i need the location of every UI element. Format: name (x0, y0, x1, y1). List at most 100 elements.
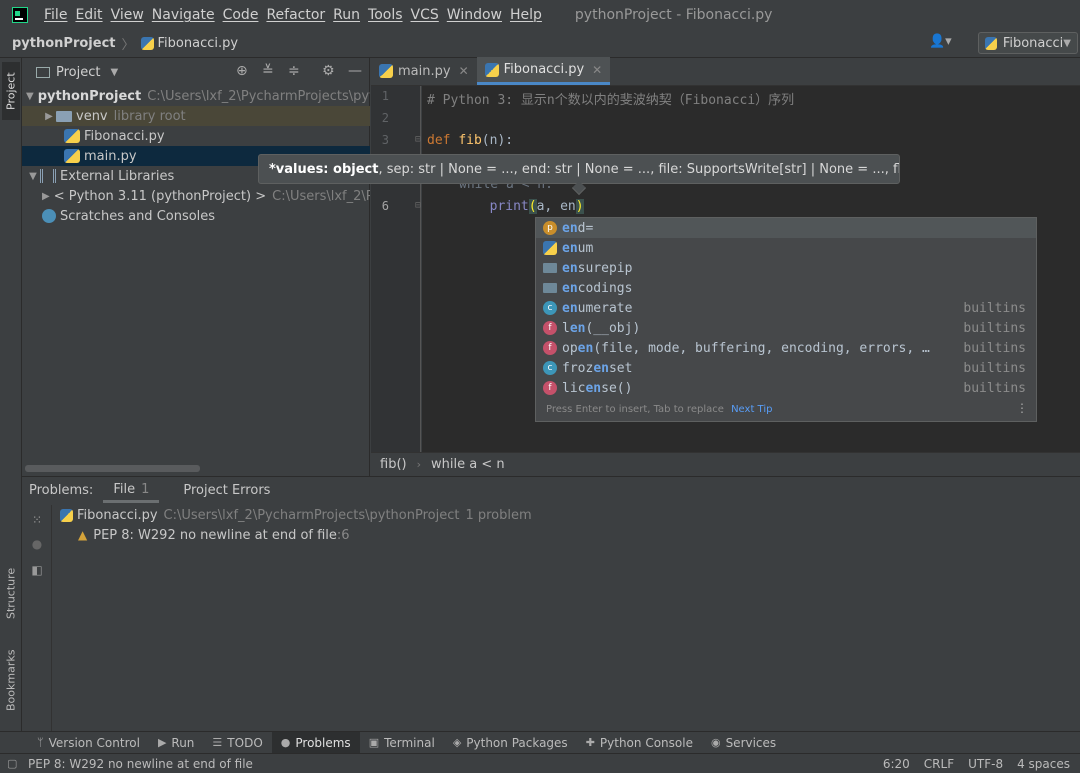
breadcrumb-file[interactable]: Fibonacci.py (158, 36, 239, 51)
fold-marker-icon[interactable]: ⊟ (415, 200, 421, 211)
completion-item[interactable]: encodings (536, 278, 1036, 298)
caret-position[interactable]: 6:20 (883, 757, 910, 771)
fold-marker-icon[interactable]: ⊟ (415, 134, 421, 145)
hide-panel-icon[interactable]: — (348, 63, 362, 79)
navigation-bar: pythonProject 〉 Fibonacci.py (0, 30, 1080, 58)
tool-services[interactable]: ◉ Services (702, 732, 785, 754)
menu-refactor[interactable]: Refactor (266, 7, 325, 23)
menu-run[interactable]: Run (333, 7, 360, 23)
breadcrumb-while[interactable]: while a < n (431, 457, 505, 472)
toggle-tool-windows-icon[interactable]: ▢ (7, 757, 17, 770)
lightbulb-icon[interactable]: ● (30, 537, 44, 551)
problem-count: 1 (141, 482, 150, 497)
list-icon: ☰ (212, 736, 223, 749)
tool-tab-project[interactable]: Project (2, 62, 20, 120)
chevron-down-icon: ▼ (1063, 37, 1071, 49)
code-completion-popup[interactable]: p end= enum ensurepip encodings c enumer… (535, 217, 1037, 422)
tool-python-packages[interactable]: ◈ Python Packages (444, 732, 577, 754)
tree-item-note: library root (113, 108, 186, 124)
breadcrumb-function[interactable]: fib() (380, 457, 407, 472)
menu-tools[interactable]: Tools (368, 7, 403, 23)
chevron-down-icon[interactable]: ▼ (26, 171, 40, 182)
brace-close: ) (575, 199, 584, 214)
expand-all-icon[interactable]: ≚ (262, 63, 274, 79)
bottom-tool-bar: ᛘ Version Control ▶ Run ☰ TODO ● Problems ▣ T… (0, 731, 1080, 754)
tree-item-venv[interactable]: ▶ venv library root (22, 106, 370, 126)
menu-navigate[interactable]: Navigate (152, 7, 215, 23)
collapse-all-icon[interactable]: ≑ (288, 63, 300, 79)
completion-item[interactable]: f license() builtins (536, 378, 1036, 398)
tab-main-py[interactable]: main.py ✕ (371, 57, 477, 85)
user-account-icon[interactable]: 👤▾ (929, 34, 959, 54)
tree-item-label: < Python 3.11 (pythonProject) > (53, 188, 267, 204)
menu-file[interactable]: File (44, 7, 67, 23)
menu-vcs[interactable]: VCS (411, 7, 439, 23)
group-by-icon[interactable]: ⁙ (30, 513, 44, 527)
tool-tab-bookmarks[interactable]: Bookmarks (2, 640, 20, 720)
completion-item[interactable]: ensurepip (536, 258, 1036, 278)
completion-item[interactable]: c frozenset builtins (536, 358, 1036, 378)
warning-icon: ▲ (78, 528, 88, 542)
chevron-down-icon[interactable]: ▼ (26, 91, 34, 102)
builtin-print: print (489, 199, 529, 214)
tree-item-project-root[interactable]: ▼ pythonProject C:\Users\lxf_2\PycharmPr… (22, 86, 370, 106)
project-view-selector[interactable]: Project (56, 65, 100, 80)
locate-file-icon[interactable]: ⊕ (236, 63, 248, 79)
close-icon[interactable]: ✕ (592, 63, 602, 77)
file-encoding[interactable]: UTF-8 (968, 757, 1003, 771)
tool-version-control[interactable]: ᛘ Version Control (28, 732, 149, 754)
python-file-icon (60, 508, 73, 522)
status-message: PEP 8: W292 no newline at end of file (28, 756, 253, 771)
breadcrumb-project[interactable]: pythonProject (12, 36, 116, 51)
tab-project-errors[interactable]: Project Errors (183, 483, 270, 498)
completion-item[interactable]: f len(__obj) builtins (536, 318, 1036, 338)
chevron-right-icon[interactable]: ▶ (42, 191, 50, 202)
line-number: 1 (381, 89, 389, 103)
menu-code[interactable]: Code (223, 7, 259, 23)
tool-run[interactable]: ▶ Run (149, 732, 203, 754)
tool-todo[interactable]: ☰ TODO (203, 732, 271, 754)
menu-view[interactable]: View (111, 7, 144, 23)
menu-help[interactable]: Help (510, 7, 542, 23)
tree-item-python-sdk[interactable]: ▶ < Python 3.11 (pythonProject) > C:\Use… (22, 186, 370, 206)
project-tool-window: Project ▼ ⊕ ≚ ≑ ⚙ — ▼ pythonProject C:\U… (22, 58, 370, 476)
chevron-down-icon[interactable]: ▼ (110, 67, 118, 78)
problem-file-row[interactable]: Fibonacci.py C:\Users\lxf_2\PycharmProje… (60, 505, 532, 525)
project-view-icon (36, 66, 50, 78)
tool-terminal[interactable]: ▣ Terminal (360, 732, 444, 754)
problem-row[interactable]: ▲ PEP 8: W292 no newline at end of file … (78, 525, 350, 545)
chevron-right-icon[interactable]: ▶ (42, 111, 56, 122)
tree-item-label: Fibonacci.py (84, 128, 165, 144)
tab-fibonacci-py[interactable]: Fibonacci.py ✕ (476, 57, 611, 85)
menu-edit[interactable]: Edit (75, 7, 102, 23)
tree-item-scratches[interactable]: Scratches and Consoles (22, 206, 370, 226)
tree-item-fibonacci[interactable]: Fibonacci.py (22, 126, 370, 146)
function-name: fib (458, 133, 482, 148)
parameter-info-tooltip: *values: object, sep: str | None = ..., … (258, 154, 900, 184)
line-number: 2 (381, 111, 389, 125)
tool-label: Run (171, 735, 195, 750)
line-separator[interactable]: CRLF (924, 757, 954, 771)
tool-tab-structure[interactable]: Structure (2, 558, 20, 628)
function-icon: f (543, 381, 557, 395)
tool-problems[interactable]: ● Problems (271, 731, 360, 754)
problem-file-name: Fibonacci.py (77, 507, 158, 523)
menu-window[interactable]: Window (447, 7, 502, 23)
tool-python-console[interactable]: ✚ Python Console (577, 732, 702, 754)
more-options-icon[interactable]: ⋮ (1016, 401, 1028, 415)
close-icon[interactable]: ✕ (459, 64, 469, 78)
preview-icon[interactable]: ◧ (30, 563, 44, 577)
completion-item[interactable]: c enumerate builtins (536, 298, 1036, 318)
completion-item[interactable]: p end= (536, 218, 1036, 238)
run-configuration-label: Fibonacci (1002, 35, 1064, 51)
completion-item[interactable]: f open(file, mode, buffering, encoding, … (536, 338, 1036, 358)
run-configuration-selector[interactable]: Fibonacci ▼ (978, 32, 1078, 54)
completion-item[interactable]: enum (536, 238, 1036, 258)
indent-setting[interactable]: 4 spaces (1017, 757, 1070, 771)
tree-item-label: External Libraries (60, 168, 175, 184)
tree-item-label: Scratches and Consoles (60, 208, 216, 224)
horizontal-scrollbar[interactable] (25, 465, 200, 472)
gear-icon[interactable]: ⚙ (322, 63, 335, 79)
tab-problems-file[interactable]: File 1 (103, 478, 160, 503)
next-tip-link[interactable]: Next Tip (731, 404, 772, 415)
